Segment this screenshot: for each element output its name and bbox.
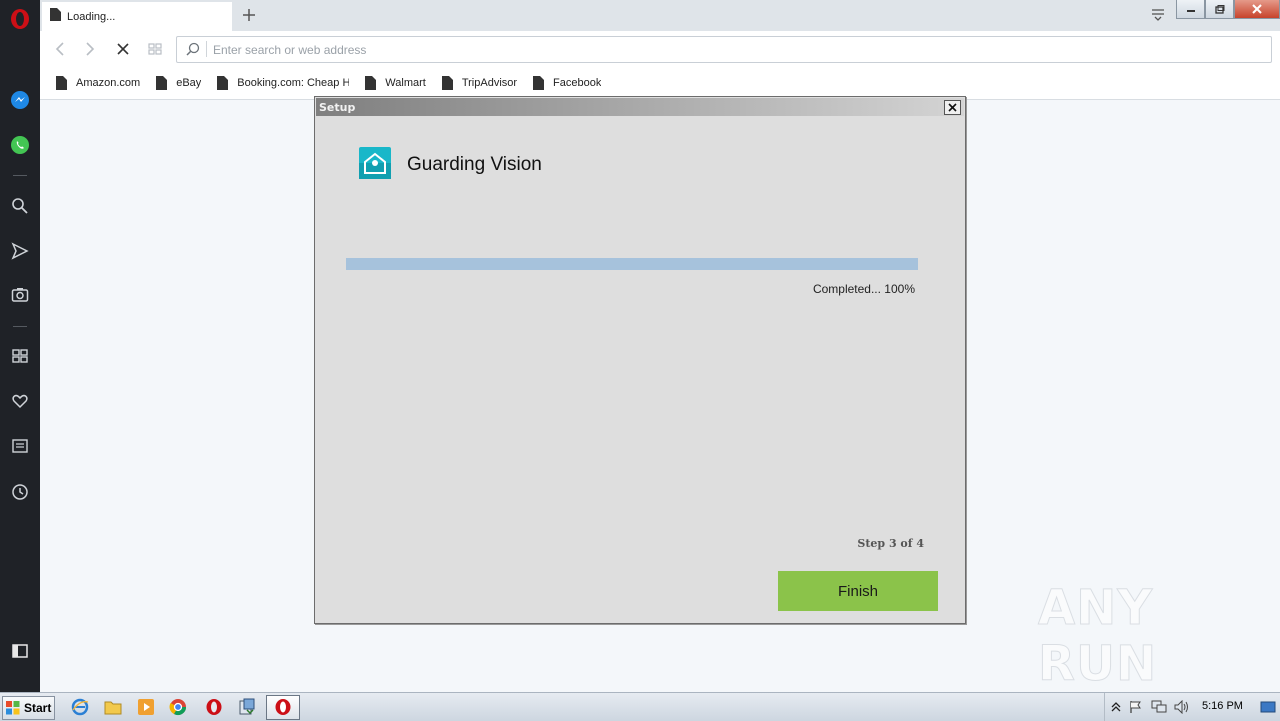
page-icon	[533, 76, 545, 90]
chrome-icon[interactable]	[169, 698, 187, 716]
opera-sidebar	[0, 0, 40, 692]
search-icon[interactable]	[8, 194, 32, 218]
bookmark-label: Booking.com: Cheap Hc	[237, 77, 350, 89]
dialog-title: Setup	[319, 101, 356, 114]
address-divider	[206, 41, 207, 57]
tab-label: Loading...	[67, 10, 116, 23]
tab-menu-icon[interactable]	[1150, 6, 1166, 27]
new-tab-button[interactable]	[240, 6, 258, 24]
taskbar-clock[interactable]: 5:16 PM	[1202, 700, 1243, 712]
sidebar-divider	[13, 175, 27, 176]
media-player-icon[interactable]	[137, 698, 155, 716]
bookmark-label: TripAdvisor	[461, 77, 518, 89]
finish-button[interactable]: Finish	[778, 571, 938, 611]
news-icon[interactable]	[8, 434, 32, 458]
network-icon[interactable]	[1150, 698, 1168, 716]
tab-loading[interactable]: Loading...	[42, 2, 232, 31]
page-icon	[365, 76, 377, 90]
navigation-bar	[40, 31, 1280, 67]
close-window-button[interactable]	[1234, 0, 1280, 19]
bookmark-label: eBay	[176, 77, 202, 89]
opera-taskbar-icon[interactable]	[205, 698, 223, 716]
page-icon	[56, 76, 67, 90]
heart-icon[interactable]	[8, 389, 32, 413]
camera-icon[interactable]	[8, 283, 32, 307]
minimize-button[interactable]	[1176, 0, 1205, 19]
progress-status: Completed... 100%	[812, 282, 915, 296]
back-button[interactable]	[51, 40, 69, 58]
page-icon	[50, 7, 61, 26]
progress-fill	[346, 258, 918, 270]
window-controls	[1176, 0, 1280, 20]
speed-dial-icon[interactable]	[8, 344, 32, 368]
sidebar-divider	[13, 326, 27, 327]
start-label: Start	[24, 701, 52, 715]
dialog-close-button[interactable]	[944, 100, 961, 115]
messenger-icon[interactable]	[8, 88, 32, 112]
system-tray: 5:16 PM	[1104, 693, 1280, 721]
sidebar-toggle-icon[interactable]	[8, 639, 32, 663]
start-button[interactable]: Start	[2, 696, 55, 720]
dialog-title-bar[interactable]: Setup	[316, 98, 964, 116]
history-icon[interactable]	[8, 480, 32, 504]
stop-loading-button[interactable]	[114, 40, 132, 58]
show-hidden-icons-icon[interactable]	[1107, 698, 1125, 716]
opera-logo-icon[interactable]	[8, 7, 32, 31]
install-progress-bar	[346, 258, 918, 270]
bookmark-walmart[interactable]: Walmart	[365, 76, 426, 90]
step-indicator: Step 3 of 4	[857, 537, 924, 550]
bookmark-ebay[interactable]: eBay	[156, 76, 201, 90]
forward-button[interactable]	[81, 40, 99, 58]
installer-icon[interactable]	[238, 698, 256, 716]
address-input[interactable]	[211, 40, 1255, 60]
file-explorer-icon[interactable]	[104, 698, 122, 716]
volume-icon[interactable]	[1173, 698, 1191, 716]
opera-active-window-button[interactable]	[266, 695, 300, 720]
tabs-overview-button[interactable]	[146, 40, 164, 58]
app-name: Guarding Vision	[407, 154, 542, 175]
close-icon	[948, 103, 957, 112]
opera-icon	[275, 699, 291, 715]
bookmark-facebook[interactable]: Facebook	[533, 76, 601, 90]
bookmark-tripadvisor[interactable]: TripAdvisor	[441, 76, 518, 90]
page-icon	[217, 76, 229, 90]
bookmark-booking[interactable]: Booking.com: Cheap Hc	[217, 76, 349, 90]
bookmark-amazon[interactable]: Amazon.com	[56, 76, 140, 90]
whatsapp-icon[interactable]	[8, 133, 32, 157]
guarding-vision-logo-icon	[359, 147, 391, 179]
anyrun-watermark: ANY RUN	[1038, 580, 1280, 693]
show-desktop-icon[interactable]	[1259, 698, 1277, 716]
watermark-text: ANY RUN	[1038, 580, 1158, 693]
bookmark-label: Walmart	[385, 77, 426, 89]
restore-button[interactable]	[1205, 0, 1234, 19]
bookmark-label: Amazon.com	[76, 77, 141, 89]
windows-logo-icon	[6, 701, 20, 715]
address-bar	[176, 36, 1272, 63]
action-center-flag-icon[interactable]	[1127, 698, 1145, 716]
tab-bar: Loading...	[40, 0, 1280, 31]
windows-taskbar: Start 5:16 PM	[0, 692, 1280, 721]
bookmark-label: Facebook	[553, 77, 602, 89]
setup-dialog: Setup Guarding Vision Completed... 100% …	[314, 96, 966, 624]
page-icon	[156, 76, 168, 90]
send-icon[interactable]	[8, 239, 32, 263]
search-icon	[186, 42, 200, 61]
internet-explorer-icon[interactable]	[71, 698, 89, 716]
page-icon	[441, 76, 453, 90]
